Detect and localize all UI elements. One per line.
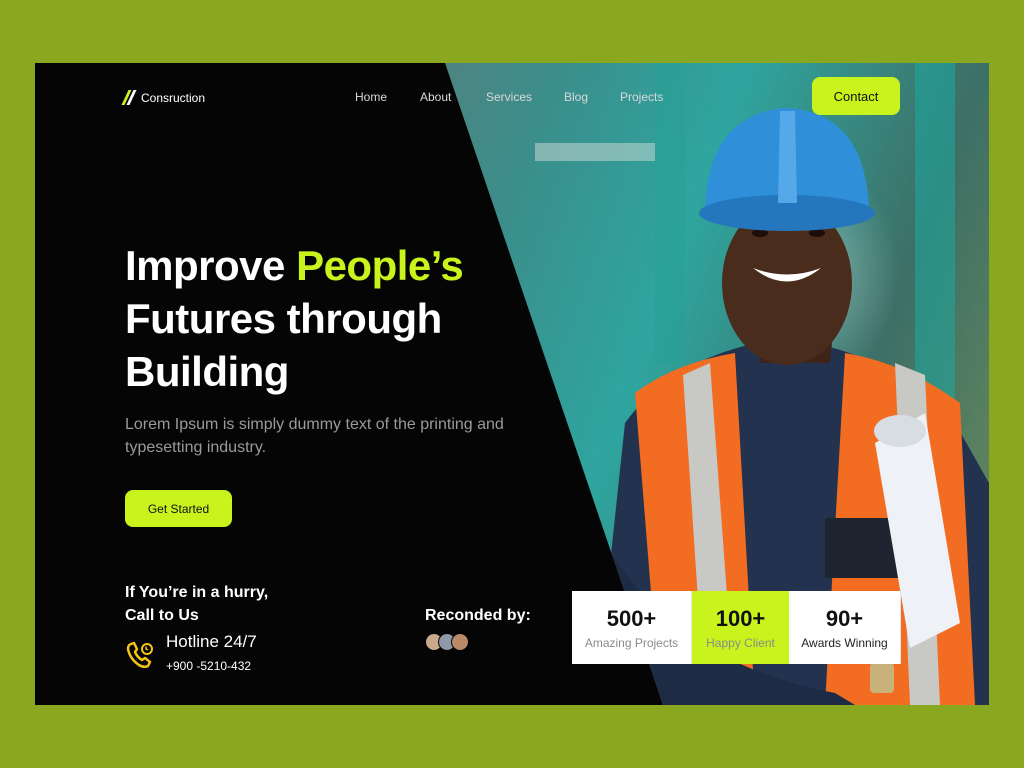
brand-name: Consruction (141, 90, 206, 105)
nav-item-home[interactable]: Home (355, 90, 387, 104)
hero-title-accent: People’s (296, 242, 464, 289)
hotline-number[interactable]: +900 -5210-432 (166, 659, 251, 673)
brand-logo[interactable]: Consruction (121, 90, 206, 105)
stat-awards: 90+ Awards Winning (789, 591, 901, 664)
hero-title-part2: Futures through (125, 295, 442, 342)
call-heading-line2: Call to Us (125, 607, 199, 624)
stat-label: Amazing Projects (584, 635, 679, 650)
stat-clients: 100+ Happy Client (692, 591, 789, 664)
phone-icon (126, 641, 153, 669)
hero-description: Lorem Ipsum is simply dummy text of the … (125, 416, 504, 456)
stats-bar: 500+ Amazing Projects 100+ Happy Client … (572, 591, 901, 664)
call-heading-line1: If You’re in a hurry, (125, 584, 269, 601)
nav-item-about[interactable]: About (420, 90, 451, 104)
recommended-label: Reconded by: (425, 607, 531, 624)
nav-item-blog[interactable]: Blog (564, 90, 588, 104)
nav-item-projects[interactable]: Projects (620, 90, 663, 104)
stat-label: Happy Client (706, 635, 775, 650)
stat-value: 90+ (825, 605, 864, 631)
avatar-group (425, 633, 469, 651)
stat-value: 100+ (715, 605, 766, 631)
hero-section: Consruction Home About Services Blog Pro… (35, 63, 989, 705)
stat-label: Awards Winning (801, 635, 888, 650)
hero-title: Improve People’s Futures through Buildin… (125, 239, 545, 398)
get-started-button[interactable]: Get Started (125, 490, 232, 527)
hero-title-part1: Improve (125, 242, 297, 289)
nav-item-services[interactable]: Services (486, 90, 532, 104)
stat-value: 500+ (606, 605, 657, 631)
contact-button[interactable]: Contact (812, 77, 900, 115)
slashes-logo-icon (121, 90, 137, 105)
avatar (451, 633, 469, 651)
call-heading: If You’re in a hurry, Call to Us (125, 581, 325, 627)
stat-projects: 500+ Amazing Projects (572, 591, 692, 664)
hotline-title: Hotline 24/7 (166, 632, 257, 651)
hero-title-part3: Building (125, 348, 289, 395)
